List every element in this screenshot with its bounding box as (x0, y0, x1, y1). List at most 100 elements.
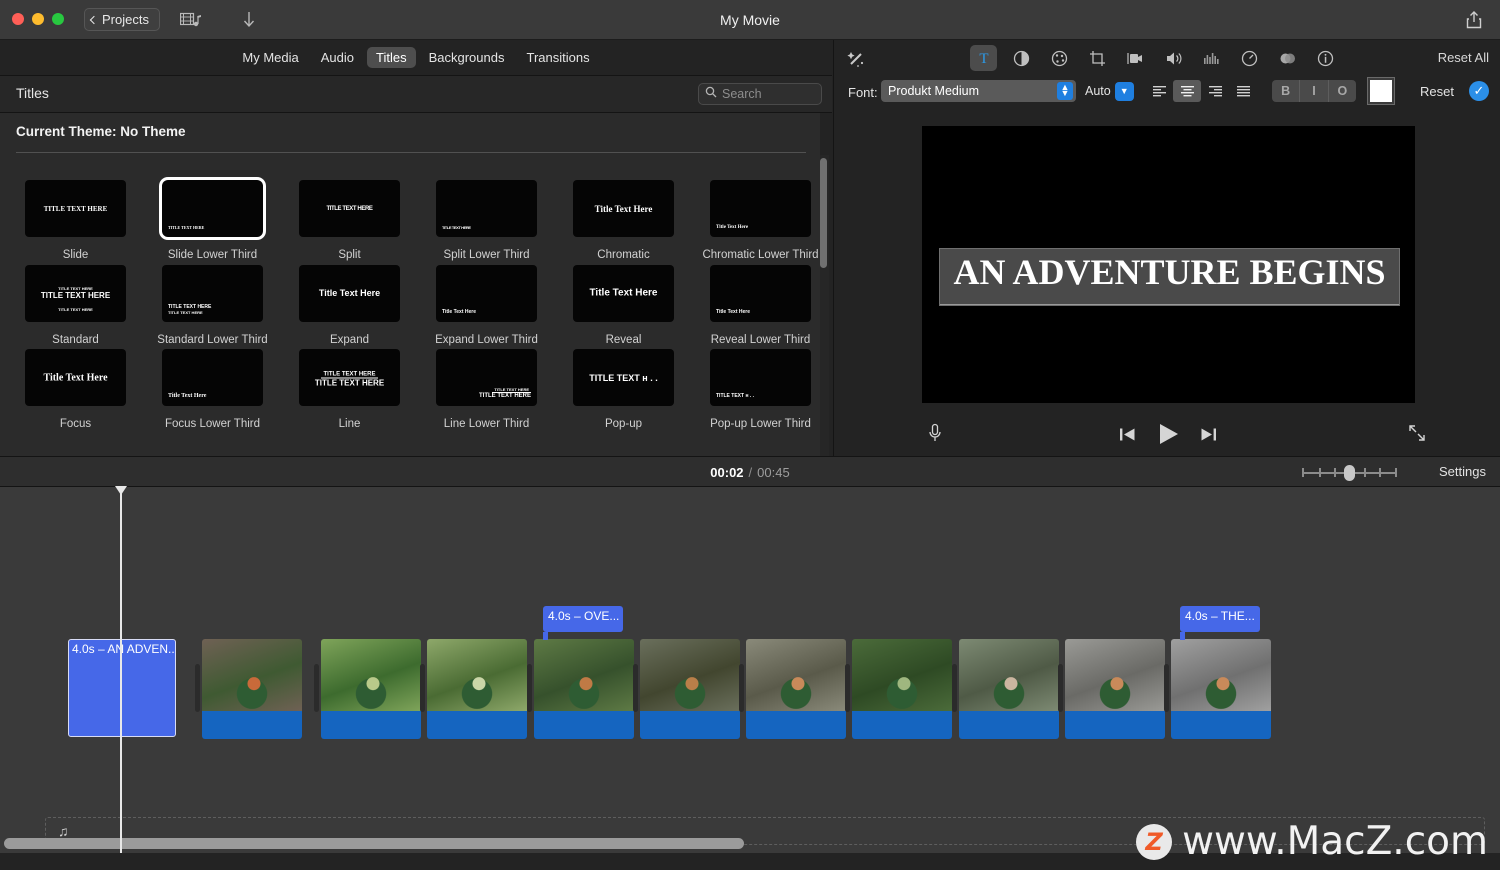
magic-wand-icon[interactable] (844, 48, 868, 70)
title-template-cell[interactable]: TITLE TEXT HERE Slide (16, 177, 135, 262)
title-template-thumbnail[interactable]: TITLE TEXT HERE TITLE TEXT HERE (162, 264, 263, 322)
title-template-thumbnail[interactable]: Title Text Here (573, 264, 674, 322)
title-template-cell[interactable]: TITLE TEXT HERE TITLE TEXT HERE Line Lower… (427, 346, 546, 431)
title-template-cell[interactable]: Title Text Here Focus (16, 346, 135, 431)
play-icon[interactable] (1156, 422, 1180, 446)
clip-edge-handle[interactable] (633, 664, 638, 712)
title-template-cell[interactable]: Title Text Here Focus Lower Third (153, 346, 272, 431)
title-template-cell[interactable]: TITLE TEXT н . . Pop-up Lower Third (701, 346, 820, 431)
title-template-cell[interactable]: TITLE TEXT HERE TITLE TEXT HERE Line (290, 346, 409, 431)
title-template-cell[interactable]: TITLE TEXT HERE Split Lower Third (427, 177, 546, 262)
timeline-video-clip[interactable] (202, 639, 302, 739)
title-template-thumbnail[interactable]: TITLE TEXT HERE TITLE TEXT HERE TITLE TEXT… (25, 264, 126, 322)
browser-scrollbar-thumb[interactable] (820, 158, 827, 268)
skip-back-icon[interactable] (1119, 427, 1136, 442)
font-family-select[interactable]: Produkt Medium ▲ ▼ (881, 80, 1076, 102)
title-template-cell[interactable]: TITLE TEXT HERE TITLE TEXT HERE TITLE TEXT… (16, 262, 135, 347)
playhead[interactable] (115, 486, 127, 853)
title-template-thumbnail[interactable]: Title Text Here (573, 180, 674, 237)
title-template-cell[interactable]: Title Text Here Expand (290, 262, 409, 347)
title-template-cell[interactable]: TITLE TEXT HERE TITLE TEXT HERE Standard L… (153, 262, 272, 347)
apply-check-button[interactable]: ✓ (1469, 81, 1489, 101)
italic-button[interactable]: I (1300, 80, 1329, 102)
fullscreen-icon[interactable] (1405, 421, 1429, 445)
timeline-video-clip[interactable] (534, 639, 634, 739)
title-template-cell[interactable]: TITLE TEXT HERE Split (290, 177, 409, 262)
video-preview[interactable]: AN ADVENTURE BEGINS (922, 126, 1415, 403)
search-input[interactable] (722, 87, 815, 101)
timeline-video-clip[interactable] (746, 639, 846, 739)
tab-titles[interactable]: Titles (367, 47, 416, 68)
tab-audio[interactable]: Audio (312, 47, 363, 68)
title-template-thumbnail[interactable]: TITLE TEXT HERE (162, 180, 263, 237)
timeline-zoom-slider[interactable] (1302, 465, 1397, 481)
share-icon[interactable] (1462, 9, 1486, 31)
title-template-thumbnail[interactable]: TITLE TEXT HERE (436, 180, 537, 237)
text-color-swatch[interactable] (1367, 77, 1395, 105)
clip-edge-handle[interactable] (739, 664, 744, 712)
title-template-thumbnail[interactable]: TITLE TEXT HERE TITLE TEXT HERE (299, 349, 400, 407)
timeline-video-clip[interactable] (1171, 639, 1271, 739)
tab-my-media[interactable]: My Media (233, 47, 307, 68)
align-justify-button[interactable] (1229, 80, 1257, 102)
timeline-video-clip[interactable] (959, 639, 1059, 739)
title-template-cell[interactable]: TITLE TEXT HERE Slide Lower Third (153, 177, 272, 262)
outline-button[interactable]: O (1329, 80, 1356, 102)
title-template-thumbnail[interactable]: Title Text Here (710, 264, 811, 322)
clip-edge-handle[interactable] (845, 664, 850, 712)
timeline-video-clip[interactable] (640, 639, 740, 739)
speed-icon[interactable] (1236, 45, 1263, 71)
clip-filter-icon[interactable] (1274, 45, 1301, 71)
title-template-thumbnail[interactable]: TITLE TEXT н . . (710, 349, 811, 407)
clip-edge-handle[interactable] (195, 664, 200, 712)
color-correction-icon[interactable] (1046, 45, 1073, 71)
align-left-button[interactable] (1145, 80, 1173, 102)
title-template-thumbnail[interactable]: TITLE TEXT HERE (299, 180, 400, 237)
chevron-updown-icon[interactable]: ▲ ▼ (1057, 82, 1073, 100)
tab-transitions[interactable]: Transitions (517, 47, 598, 68)
timeline-video-clip[interactable] (852, 639, 952, 739)
skip-forward-icon[interactable] (1200, 427, 1217, 442)
tab-backgrounds[interactable]: Backgrounds (420, 47, 514, 68)
title-template-cell[interactable]: Title Text Here Chromatic Lower Third (701, 177, 820, 262)
search-box[interactable] (698, 83, 822, 105)
crop-icon[interactable] (1084, 45, 1111, 71)
title-template-thumbnail[interactable]: TITLE TEXT HERE TITLE TEXT HERE (436, 349, 537, 407)
align-right-button[interactable] (1201, 80, 1229, 102)
title-template-cell[interactable]: TITLE TEXT н . . Pop-up (564, 346, 683, 431)
title-template-thumbnail[interactable]: Title Text Here (710, 180, 811, 237)
clip-edge-handle[interactable] (420, 664, 425, 712)
chevron-updown-icon[interactable]: ▼ (1114, 81, 1134, 101)
playhead-handle[interactable] (115, 486, 127, 495)
timeline[interactable]: 4.0s – AN ADVEN... 4.0s – OVE... 4.0s – TH… (0, 486, 1500, 853)
timeline-title-clip-selected[interactable]: 4.0s – AN ADVEN... (68, 639, 176, 737)
timeline-video-clip[interactable] (1065, 639, 1165, 739)
title-template-thumbnail[interactable]: Title Text Here (162, 349, 263, 407)
timeline-video-clip[interactable] (321, 639, 421, 739)
title-template-cell[interactable]: Title Text Here Chromatic (564, 177, 683, 262)
title-template-cell[interactable]: Title Text Here Expand Lower Third (427, 262, 546, 347)
reset-button[interactable]: Reset (1420, 84, 1454, 99)
title-template-thumbnail[interactable]: Title Text Here (299, 264, 400, 322)
timeline-video-clip[interactable] (427, 639, 527, 739)
color-balance-icon[interactable] (1008, 45, 1035, 71)
timeline-title-clip[interactable]: 4.0s – THE... (1180, 606, 1260, 632)
zoom-slider-knob[interactable] (1344, 465, 1355, 481)
clip-edge-handle[interactable] (1058, 664, 1063, 712)
title-template-thumbnail[interactable]: TITLE TEXT HERE (25, 180, 126, 237)
reset-all-button[interactable]: Reset All (1438, 50, 1489, 65)
volume-icon[interactable] (1160, 45, 1187, 71)
bold-button[interactable]: B (1272, 80, 1301, 102)
title-template-cell[interactable]: Title Text Here Reveal Lower Third (701, 262, 820, 347)
title-template-thumbnail[interactable]: Title Text Here (25, 349, 126, 407)
title-template-thumbnail[interactable]: Title Text Here (436, 264, 537, 322)
stabilization-icon[interactable] (1122, 45, 1149, 71)
title-template-thumbnail[interactable]: TITLE TEXT н . . (573, 349, 674, 407)
clip-edge-handle[interactable] (527, 664, 532, 712)
noise-reduction-icon[interactable] (1198, 45, 1225, 71)
title-template-cell[interactable]: Title Text Here Reveal (564, 262, 683, 347)
clip-edge-handle[interactable] (1164, 664, 1169, 712)
clip-edge-handle[interactable] (314, 664, 319, 712)
font-size-auto[interactable]: Auto ▼ (1085, 80, 1134, 102)
title-text-icon[interactable]: T (970, 45, 997, 71)
